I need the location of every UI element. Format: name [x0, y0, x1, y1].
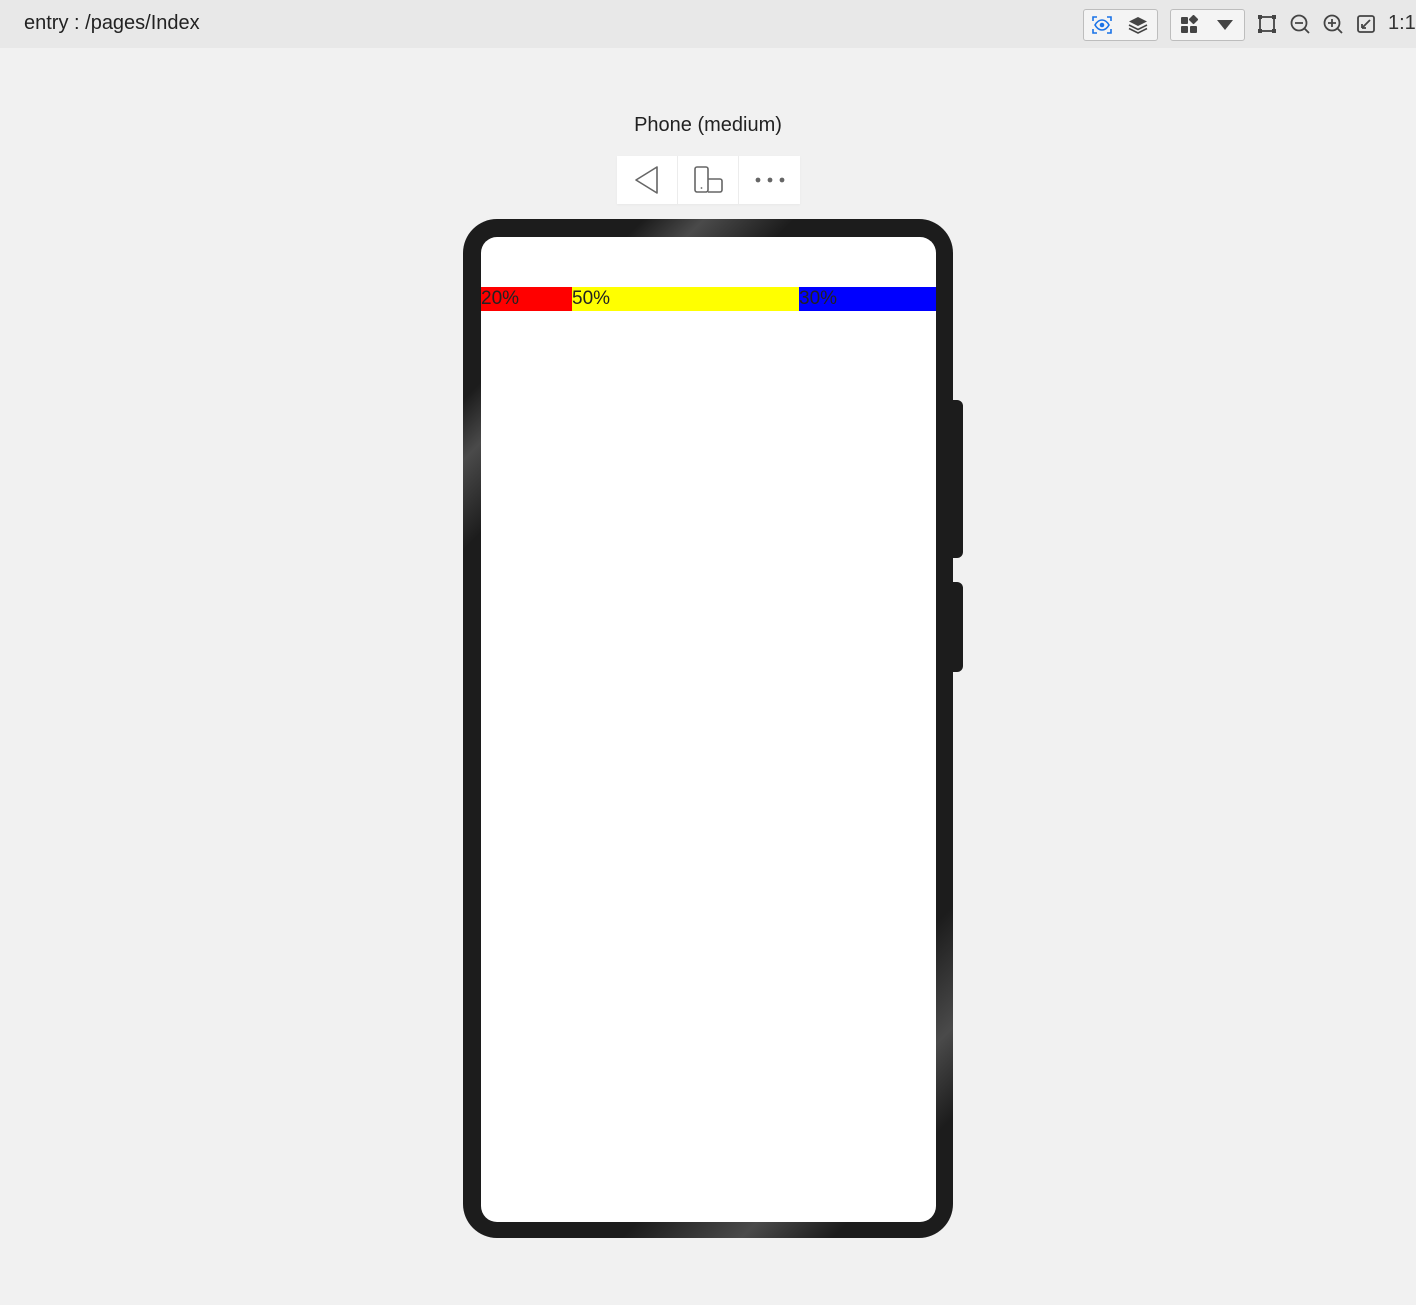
- components-group: [1170, 9, 1245, 41]
- zoom-out-icon[interactable]: [1287, 11, 1313, 37]
- actual-size-button[interactable]: 1:1: [1388, 12, 1416, 35]
- previewer-toolbar: entry : /pages/Index 1:1: [0, 0, 1416, 48]
- dropdown-arrow-icon[interactable]: [1207, 10, 1243, 40]
- cell-20-percent: 20%: [481, 287, 572, 311]
- layers-icon[interactable]: [1120, 10, 1156, 40]
- view-mode-group: [1083, 9, 1158, 41]
- more-icon[interactable]: [739, 156, 800, 204]
- zoom-in-icon[interactable]: [1320, 11, 1346, 37]
- inspect-eye-icon[interactable]: [1084, 10, 1120, 40]
- cell-50-percent: 50%: [572, 287, 799, 311]
- fit-screen-icon[interactable]: [1353, 11, 1379, 37]
- components-icon[interactable]: [1171, 10, 1207, 40]
- cell-30-percent: 30%: [799, 287, 936, 311]
- page-route-label: entry : /pages/Index: [24, 12, 200, 34]
- rotate-device-icon[interactable]: [678, 156, 739, 204]
- device-name-label: Phone (medium): [634, 114, 782, 136]
- volume-button: [952, 582, 963, 672]
- device-toolbar: [617, 156, 800, 204]
- select-frame-icon[interactable]: [1254, 11, 1280, 37]
- phone-screen: 20% 50% 30%: [481, 237, 936, 1222]
- back-icon[interactable]: [617, 156, 678, 204]
- flex-row: 20% 50% 30%: [481, 287, 936, 311]
- power-button: [952, 400, 963, 558]
